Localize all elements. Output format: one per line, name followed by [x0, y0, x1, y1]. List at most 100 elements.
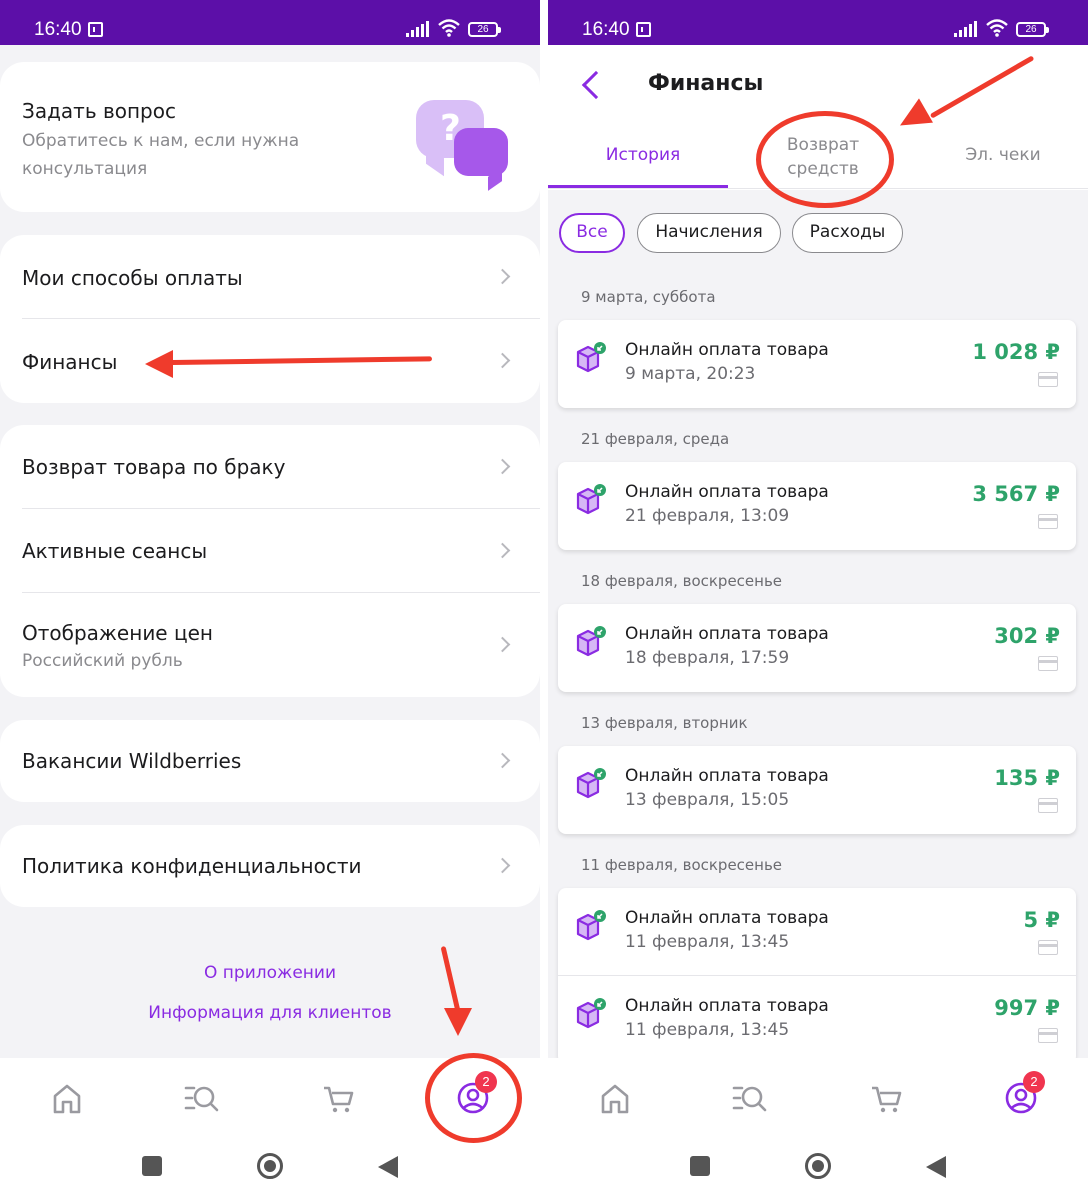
- transaction-time: 11 февраля, 13:45: [625, 932, 790, 952]
- sim-card-icon: [636, 22, 651, 37]
- triangle-back-icon[interactable]: [378, 1156, 398, 1178]
- annotation-circle-profile: [425, 1053, 522, 1143]
- transaction-card[interactable]: Онлайн оплата товара 21 февраля, 13:09 3…: [558, 462, 1076, 550]
- transaction-amount: 302 ₽: [994, 624, 1060, 648]
- defect-return-label: Возврат товара по браку: [22, 455, 286, 479]
- transaction-amount: 5 ₽: [1023, 908, 1060, 932]
- payment-methods-label: Мои способы оплаты: [22, 266, 243, 290]
- screen-divider: [540, 0, 548, 1200]
- transaction-amount: 997 ₽: [994, 996, 1060, 1020]
- card-icon: [1038, 514, 1058, 529]
- transaction-group-card: Онлайн оплата товара 11 февраля, 13:45 5…: [558, 888, 1076, 1064]
- filter-chip-all[interactable]: Все: [559, 213, 625, 253]
- price-display-label: Отображение цен: [22, 621, 213, 645]
- bottom-navigation: 2: [548, 1058, 1088, 1200]
- square-recent-icon[interactable]: [142, 1156, 162, 1176]
- transaction-title: Онлайн оплата товара: [625, 624, 829, 644]
- cart-icon[interactable]: [318, 1080, 358, 1116]
- transaction-title: Онлайн оплата товара: [625, 766, 829, 786]
- transaction-time: 11 февраля, 13:45: [625, 1020, 790, 1040]
- date-header: 13 февраля, вторник: [581, 714, 748, 732]
- battery-icon: 26: [468, 22, 501, 37]
- package-icon: [576, 998, 606, 1029]
- chat-bubbles-icon: ?: [416, 100, 512, 186]
- sim-card-icon: [88, 22, 103, 37]
- card-icon: [1038, 372, 1058, 387]
- back-arrow-icon[interactable]: [581, 70, 611, 100]
- privacy-row[interactable]: Политика конфиденциальности: [0, 825, 540, 907]
- ask-question-subtitle-1: Обратитесь к нам, если нужна: [22, 131, 300, 151]
- chevron-right-icon: [494, 542, 511, 559]
- chevron-right-icon: [494, 352, 511, 369]
- signal-icon: [406, 21, 430, 37]
- payment-finance-card: Мои способы оплаты Финансы: [0, 235, 540, 403]
- package-icon: [576, 626, 606, 657]
- transaction-title: Онлайн оплата товара: [625, 340, 829, 360]
- transaction-card[interactable]: Онлайн оплата товара 9 марта, 20:23 1 02…: [558, 320, 1076, 408]
- card-icon: [1038, 1028, 1058, 1043]
- annotation-circle-refunds: [756, 111, 894, 208]
- transaction-title: Онлайн оплата товара: [625, 996, 829, 1016]
- package-icon: [576, 768, 606, 799]
- cart-icon[interactable]: [866, 1080, 906, 1116]
- package-icon: [576, 910, 606, 941]
- transaction-amount: 135 ₽: [994, 766, 1060, 790]
- card-icon: [1038, 940, 1058, 955]
- chevron-right-icon: [494, 636, 511, 653]
- tab-receipts[interactable]: Эл. чеки: [928, 145, 1078, 165]
- circle-home-icon[interactable]: [805, 1153, 831, 1179]
- page-title: Финансы: [648, 71, 764, 96]
- transaction-card[interactable]: Онлайн оплата товара 18 февраля, 17:59 3…: [558, 604, 1076, 692]
- card-icon: [1038, 798, 1058, 813]
- transaction-time: 9 марта, 20:23: [625, 364, 756, 384]
- ask-question-card[interactable]: Задать вопрос Обратитесь к нам, если нуж…: [0, 62, 540, 212]
- about-app-link[interactable]: О приложении: [0, 963, 540, 983]
- card-icon: [1038, 656, 1058, 671]
- date-header: 18 февраля, воскресенье: [581, 572, 783, 590]
- transaction-title: Онлайн оплата товара: [625, 482, 829, 502]
- home-icon[interactable]: [595, 1080, 635, 1116]
- ask-question-title: Задать вопрос: [22, 99, 176, 123]
- filter-chip-income[interactable]: Начисления: [637, 213, 781, 253]
- finance-screen: 16:40 26 Финансы История Возврат средств…: [548, 0, 1088, 1200]
- transaction-row[interactable]: Онлайн оплата товара 11 февраля, 13:45 9…: [558, 976, 1076, 1064]
- date-header: 11 февраля, воскресенье: [581, 856, 783, 874]
- transaction-amount: 3 567 ₽: [972, 482, 1060, 506]
- catalog-search-icon[interactable]: [182, 1080, 222, 1116]
- status-time: 16:40: [582, 19, 630, 40]
- transaction-time: 21 февраля, 13:09: [625, 506, 790, 526]
- active-sessions-label: Активные сеансы: [22, 539, 208, 563]
- privacy-label: Политика конфиденциальности: [22, 854, 362, 878]
- transaction-card[interactable]: Онлайн оплата товара 13 февраля, 15:05 1…: [558, 746, 1076, 834]
- square-recent-icon[interactable]: [690, 1156, 710, 1176]
- status-bar: 16:40 26: [0, 0, 540, 45]
- vacancies-row[interactable]: Вакансии Wildberries: [0, 720, 540, 802]
- transaction-time: 13 февраля, 15:05: [625, 790, 790, 810]
- package-icon: [576, 484, 606, 515]
- chevron-right-icon: [494, 857, 511, 874]
- status-time: 16:40: [34, 19, 82, 40]
- chevron-right-icon: [494, 752, 511, 769]
- price-display-value: Российский рубль: [22, 651, 183, 671]
- settings-card: Возврат товара по браку Активные сеансы …: [0, 425, 540, 697]
- annotation-arrowhead-finance: [145, 350, 173, 378]
- tab-history[interactable]: История: [548, 145, 738, 165]
- vacancies-label: Вакансии Wildberries: [22, 749, 242, 773]
- catalog-search-icon[interactable]: [730, 1080, 770, 1116]
- circle-home-icon[interactable]: [257, 1153, 283, 1179]
- date-header: 21 февраля, среда: [581, 430, 730, 448]
- triangle-back-icon[interactable]: [926, 1156, 946, 1178]
- battery-icon: 26: [1016, 22, 1049, 37]
- filter-chip-expenses[interactable]: Расходы: [792, 213, 903, 253]
- home-icon[interactable]: [47, 1080, 87, 1116]
- package-icon: [576, 342, 606, 373]
- finance-label: Финансы: [22, 350, 118, 374]
- profile-screen: 16:40 26 Задать вопрос Обратитесь к нам,…: [0, 0, 540, 1200]
- transaction-title: Онлайн оплата товара: [625, 908, 829, 928]
- transaction-amount: 1 028 ₽: [972, 340, 1060, 364]
- date-header: 9 марта, суббота: [581, 288, 716, 306]
- ask-question-subtitle-2: консультация: [22, 159, 148, 179]
- profile-badge: 2: [1023, 1071, 1045, 1093]
- annotation-arrowhead-profile: [444, 1008, 472, 1036]
- chevron-right-icon: [494, 458, 511, 475]
